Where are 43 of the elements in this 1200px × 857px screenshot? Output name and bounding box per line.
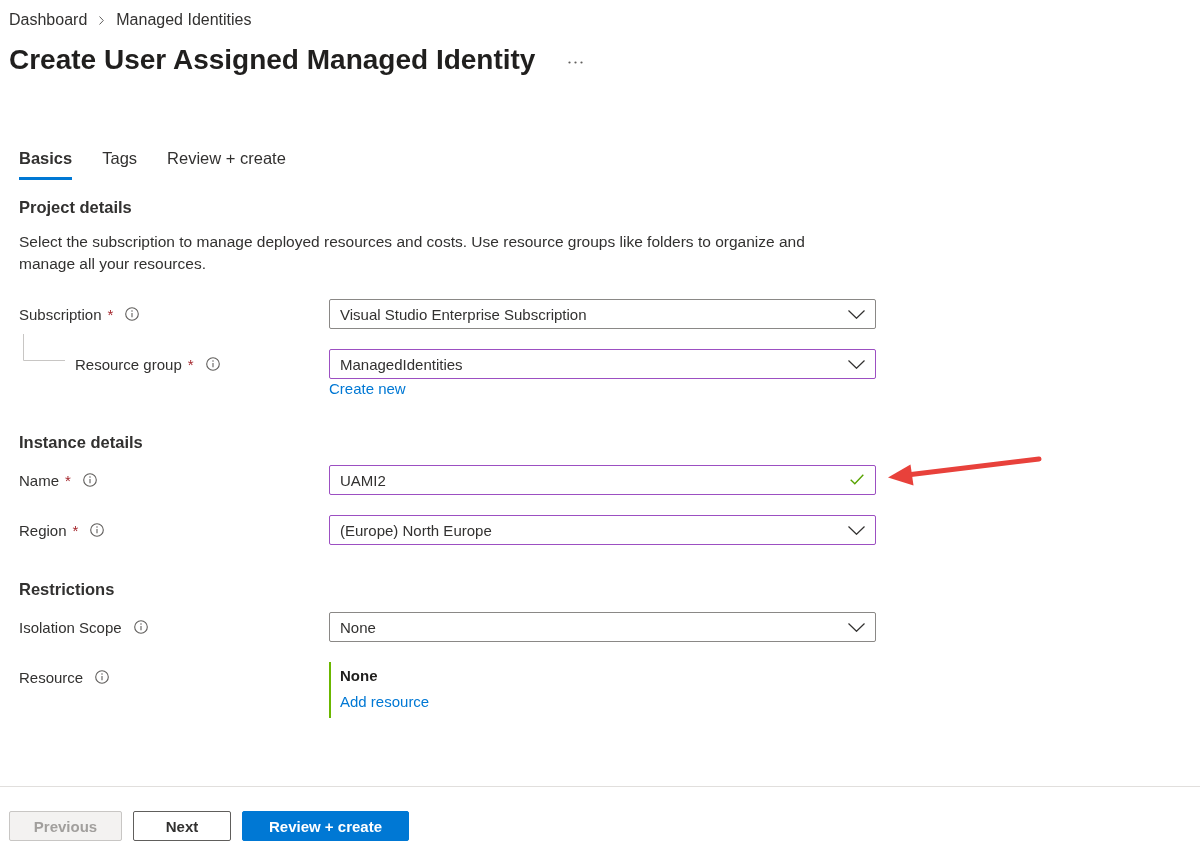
chevron-down-icon [848,359,865,369]
dropdown-field[interactable]: None [329,612,876,642]
more-icon[interactable] [568,60,584,64]
dropdown-field[interactable]: ManagedIdentities [329,349,876,379]
info-icon[interactable] [125,307,140,321]
field-label: Subscription [19,305,102,323]
resource-value: None [340,666,378,686]
field-label: Isolation Scope [19,618,122,636]
section-heading: Instance details [19,432,143,453]
breadcrumb-link[interactable]: Dashboard [9,10,88,30]
tree-line-icon [23,334,65,361]
chevron-right-icon [99,15,105,25]
required-mark: * [107,305,114,323]
required-mark: * [72,521,79,539]
chevron-down-icon [848,525,865,535]
dropdown-field[interactable]: Visual Studio Enterprise Subscription [329,299,876,329]
info-icon[interactable] [133,620,148,634]
info-icon[interactable] [205,357,220,371]
info-icon[interactable] [90,523,105,537]
section-heading: Project details [19,197,132,218]
text-input[interactable]: UAMI2 [329,465,876,495]
section-description: Select the subscription to manage deployed resources and costs. Use resource groups like folders to organize and manage all your resources. [19,232,806,274]
info-icon[interactable] [82,473,97,487]
create-new-link[interactable]: Create new [329,379,406,399]
tab[interactable]: Basics [19,140,73,180]
field-label: Resource group [75,355,182,373]
tab[interactable]: Review + create [167,140,286,180]
breadcrumb-link[interactable]: Managed Identities [116,10,252,30]
footer-button[interactable]: Review + create [242,811,409,841]
required-mark: * [65,471,71,489]
chevron-down-icon [848,309,865,319]
page-title: Create User Assigned Managed Identity [9,43,536,77]
field-label: Region [19,521,67,539]
field-label: Resource [19,668,84,686]
chevron-down-icon [848,622,865,632]
required-mark: * [187,355,194,373]
add-resource-link[interactable]: Add resource [340,692,430,712]
info-icon[interactable] [95,670,110,684]
footer-button[interactable]: Next [133,811,231,841]
section-heading: Restrictions [19,579,115,600]
dropdown-field[interactable]: (Europe) North Europe [329,515,876,545]
tab[interactable]: Tags [102,140,138,180]
field-label: Name [19,471,59,489]
